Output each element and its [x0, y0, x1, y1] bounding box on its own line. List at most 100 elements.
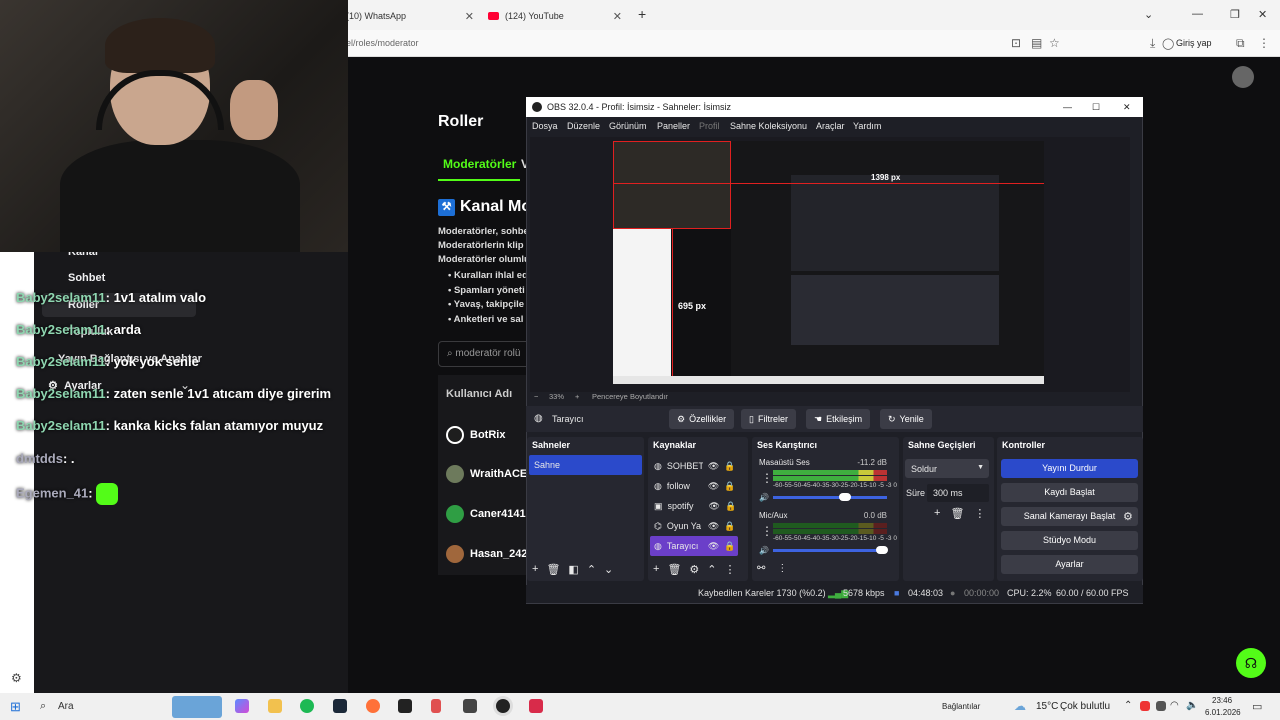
trash-icon[interactable]: 🗑	[950, 507, 964, 520]
steam-icon[interactable]	[333, 699, 347, 713]
chevron-down-icon[interactable]: ⌄	[1144, 8, 1153, 21]
table-row[interactable]: BotRix	[446, 426, 505, 444]
source-item[interactable]: ◍ SOHBET 👁 🔒	[650, 456, 738, 476]
tray-icon[interactable]	[1140, 701, 1150, 711]
epic-games-icon[interactable]	[398, 699, 412, 713]
more-icon[interactable]: ⋮	[974, 507, 985, 520]
lock-icon[interactable]: 🔒	[724, 521, 735, 532]
lock-icon[interactable]: 🔒	[724, 481, 735, 492]
gear-icon[interactable]: ⚙	[689, 563, 699, 576]
menu-icon[interactable]: ⋮	[1258, 36, 1270, 50]
volume-slider[interactable]	[772, 546, 888, 554]
preview-canvas[interactable]: 695 px 1398 px	[613, 141, 1044, 384]
menu-sahne-koleksiyonu[interactable]: Sahne Koleksiyonu	[730, 121, 807, 131]
speaker-icon[interactable]: 🔊	[759, 546, 769, 555]
search-input[interactable]: ⌕ moderatör rolü	[438, 341, 533, 367]
menu-paneller[interactable]: Paneller	[657, 121, 690, 131]
windows-start-icon[interactable]: ⊞	[10, 699, 21, 715]
close-icon[interactable]: ✕	[1258, 8, 1267, 21]
speaker-icon[interactable]: 🔊	[759, 493, 769, 502]
taskbar-search[interactable]: Ara	[58, 701, 74, 712]
bookmark-star-icon[interactable]: ☆	[1049, 36, 1060, 50]
duration-input[interactable]: 300 ms	[927, 484, 989, 502]
obs-icon[interactable]	[496, 699, 510, 713]
link-icon[interactable]: ⚯	[757, 563, 765, 574]
eye-icon[interactable]: 👁	[709, 501, 720, 512]
trash-icon[interactable]: 🗑	[667, 563, 681, 576]
notification-icon[interactable]: ▭	[1252, 700, 1262, 713]
volume-slider[interactable]	[772, 493, 887, 501]
chevron-up-icon[interactable]: ⌃	[1124, 700, 1132, 711]
more-icon[interactable]: ⋮	[761, 524, 773, 538]
tab-youtube[interactable]: (124) YouTube ✕	[482, 4, 628, 28]
explorer-icon[interactable]	[268, 699, 282, 713]
clock-time[interactable]: 23:46	[1212, 696, 1232, 705]
wifi-icon[interactable]: ◠	[1170, 700, 1179, 711]
download-icon[interactable]: ⤓	[1150, 36, 1155, 51]
virtual-camera-button[interactable]: Sanal Kamerayı Başlat	[1001, 507, 1138, 526]
fit-window-button[interactable]: Pencereye Boyutlandır	[592, 392, 668, 401]
spotify-icon[interactable]	[300, 699, 314, 713]
menu-gorunum[interactable]: Görünüm	[609, 121, 647, 131]
refresh-button[interactable]: ↻ Yenile	[880, 409, 932, 429]
scene-item[interactable]: Sahne	[529, 455, 642, 475]
close-icon[interactable]: ✕	[465, 10, 474, 23]
screenshot-icon[interactable]: ⊡	[1011, 36, 1021, 50]
lock-icon[interactable]: 🔒	[724, 461, 735, 472]
weather-desc[interactable]: Çok bulutlu	[1060, 701, 1110, 712]
copilot-icon[interactable]	[235, 699, 249, 713]
maximize-icon[interactable]: ☐	[1092, 102, 1100, 113]
url-text[interactable]: el/roles/moderator	[346, 38, 419, 48]
more-icon[interactable]: ⋮	[761, 471, 773, 485]
filter-icon[interactable]: ◧	[568, 563, 578, 576]
clock-date[interactable]: 6.01.2026	[1205, 708, 1241, 717]
zoom-out-icon[interactable]: −	[534, 392, 538, 401]
menu-duzenle[interactable]: Düzenle	[567, 121, 600, 131]
tab-moderators[interactable]: Moderatörler	[443, 157, 516, 171]
zoom-level[interactable]: 33%	[549, 392, 564, 401]
volume-icon[interactable]: 🔈	[1186, 700, 1198, 711]
transition-select[interactable]: Soldur ▼	[905, 459, 989, 478]
restore-icon[interactable]: ❐	[1230, 8, 1240, 21]
settings-button[interactable]: Ayarlar	[1001, 555, 1138, 574]
weather-temp[interactable]: 15°C	[1036, 701, 1058, 712]
eye-icon[interactable]: 👁	[708, 481, 719, 492]
close-icon[interactable]: ✕	[613, 10, 622, 23]
more-icon[interactable]: ⋮	[777, 563, 787, 574]
menu-araclar[interactable]: Araçlar	[816, 121, 845, 131]
slider-handle[interactable]	[839, 493, 852, 501]
more-icon[interactable]: ⋮	[725, 563, 736, 576]
table-row[interactable]: WraithACE	[446, 465, 527, 483]
menu-yardim[interactable]: Yardım	[853, 121, 881, 131]
menu-sohbet[interactable]: Sohbet	[68, 272, 105, 284]
search-highlight-image[interactable]	[172, 696, 222, 718]
source-item[interactable]: ◍ follow 👁 🔒	[650, 476, 738, 496]
extensions-icon[interactable]: ⧉	[1236, 36, 1245, 51]
zoom-in-icon[interactable]: +	[575, 392, 579, 401]
login-link[interactable]: Giriş yap	[1176, 38, 1212, 48]
connections-label[interactable]: Bağlantılar	[942, 702, 980, 711]
add-icon[interactable]: +	[653, 563, 659, 576]
lock-icon[interactable]: 🔒	[725, 501, 736, 512]
eye-icon[interactable]: 👁	[708, 521, 719, 532]
avatar[interactable]	[1232, 66, 1254, 88]
stop-stream-button[interactable]: Yayını Durdur	[1001, 459, 1138, 478]
search-icon[interactable]: ⌕	[40, 700, 46, 713]
app-icon[interactable]	[529, 699, 543, 713]
add-icon[interactable]: +	[532, 563, 538, 576]
support-button[interactable]: ☊	[1236, 648, 1266, 678]
source-item[interactable]: ⌬ Oyun Ya 👁 🔒	[650, 516, 738, 536]
slider-handle[interactable]	[875, 546, 888, 554]
source-item-selected[interactable]: ◍ Tarayıcı 👁 🔒	[650, 536, 738, 556]
gear-icon[interactable]: ⚙	[1123, 510, 1133, 523]
eye-icon[interactable]: 👁	[708, 541, 719, 552]
microphone-icon[interactable]	[431, 699, 441, 713]
properties-button[interactable]: ⚙ Özellikler	[669, 409, 735, 429]
eye-icon[interactable]: 👁	[708, 461, 719, 472]
interact-button[interactable]: ☚ Etkileşim	[806, 409, 871, 429]
menu-profil[interactable]: Profil	[699, 121, 720, 131]
chevron-up-icon[interactable]: ⌃	[587, 563, 596, 576]
minimize-icon[interactable]: —	[1192, 8, 1203, 20]
menu-dosya[interactable]: Dosya	[532, 121, 558, 131]
lock-icon[interactable]: 🔒	[724, 541, 735, 552]
